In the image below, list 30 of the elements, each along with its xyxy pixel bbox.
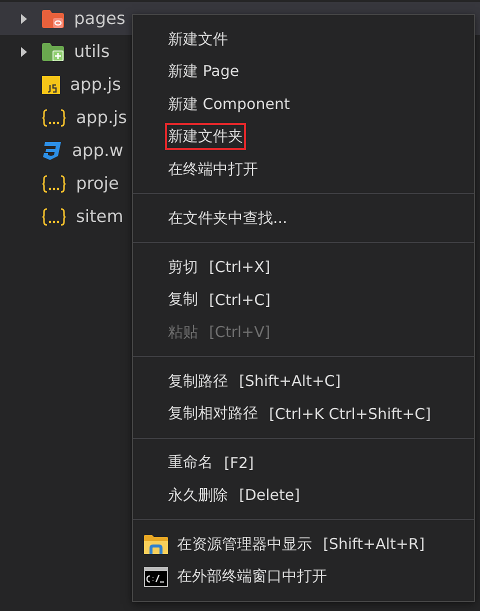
shortcut-text: [Shift+Alt+C]	[239, 372, 341, 390]
menu-item-label: 新建 Component	[167, 94, 291, 115]
menu-item-label: 新建 Page	[167, 61, 240, 82]
menu-item-label: 复制路径	[167, 370, 229, 392]
file-name: utils	[74, 42, 110, 62]
file-name: app.js	[70, 74, 121, 94]
menu-item-label: 新建文件	[167, 28, 229, 50]
menu-item-label: 在文件夹中查找...	[167, 208, 288, 229]
menu-item-label: 新建文件夹	[165, 123, 246, 150]
menu-item-label: 在外部终端窗口中打开	[176, 566, 328, 588]
file-name: proje	[76, 174, 119, 194]
menu-item-label: 永久删除	[167, 484, 229, 506]
shortcut-text: [Ctrl+K Ctrl+Shift+C]	[269, 404, 431, 423]
file-name: app.w	[72, 140, 124, 160]
menu-item-label: 剪切	[167, 256, 199, 278]
menu-item-label: 复制相对路径	[167, 403, 259, 424]
menu-item-label: 在资源管理器中显示	[176, 534, 313, 555]
menu-item-label: 粘贴	[167, 322, 199, 343]
file-name: sitem	[76, 206, 124, 226]
shortcut-text: [Delete]	[239, 486, 300, 504]
shortcut-text: [F2]	[224, 454, 254, 472]
shortcut-text: [Ctrl+C]	[209, 290, 270, 309]
shortcut-text: [Ctrl+X]	[209, 258, 270, 276]
menu-item-label: 复制	[167, 289, 199, 310]
menu-item-label: 在终端中打开	[167, 158, 259, 180]
shortcut-text: [Ctrl+V]	[209, 323, 270, 342]
file-name: pages	[74, 8, 126, 28]
menu-item-label: 重命名	[167, 452, 214, 474]
shortcut-text: [Shift+Alt+R]	[323, 535, 425, 554]
file-name: app.js	[76, 108, 127, 128]
